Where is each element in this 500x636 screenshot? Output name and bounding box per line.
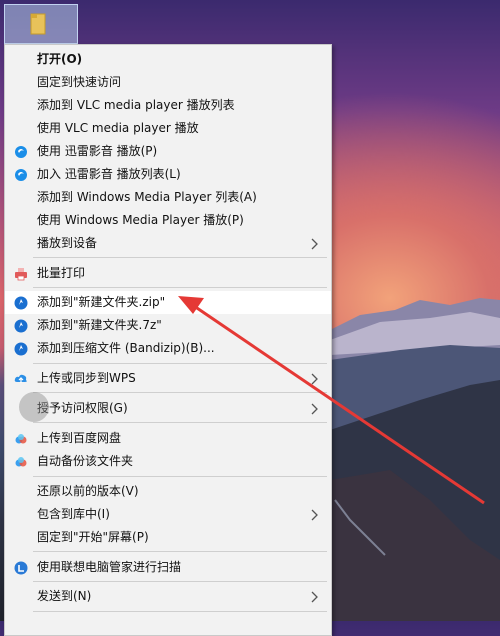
menu-item-grant-access[interactable]: 授予访问权限(G) (5, 397, 331, 420)
cursor-highlight (19, 392, 49, 422)
menu-separator (33, 363, 327, 364)
menu-separator (33, 551, 327, 552)
menu-item-wmp-add-list[interactable]: 添加到 Windows Media Player 列表(A) (5, 186, 331, 209)
menu-item-label: 授予访问权限(G) (37, 401, 128, 415)
menu-item-wmp-play[interactable]: 使用 Windows Media Player 播放(P) (5, 209, 331, 232)
menu-item-vlc-play[interactable]: 使用 VLC media player 播放 (5, 117, 331, 140)
menu-item-batch-print[interactable]: 批量打印 (5, 262, 331, 285)
baidu-netdisk-icon (15, 457, 27, 467)
menu-item-add-to-7z[interactable]: 添加到"新建文件夹.7z" (5, 314, 331, 337)
menu-item-label: 添加到"新建文件夹.7z" (37, 318, 162, 332)
menu-item-label: 还原以前的版本(V) (37, 484, 139, 498)
menu-item-add-to-archive-bandizip[interactable]: 添加到压缩文件 (Bandizip)(B)... (5, 337, 331, 360)
menu-item-send-to[interactable]: 发送到(N) (5, 585, 331, 608)
menu-item-baidu-upload[interactable]: 上传到百度网盘 (5, 427, 331, 450)
baidu-netdisk-icon (15, 434, 27, 444)
chevron-right-icon (311, 238, 318, 250)
context-menu: 打开(O) 固定到快速访问 添加到 VLC media player 播放列表 … (4, 44, 332, 636)
menu-item-label: 使用联想电脑管家进行扫描 (37, 560, 182, 574)
menu-separator (33, 581, 327, 582)
menu-item-label: 添加到 Windows Media Player 列表(A) (37, 190, 257, 204)
menu-item-label: 包含到库中(I) (37, 507, 110, 521)
menu-item-label: 加入 迅雷影音 播放列表(L) (37, 167, 181, 181)
lenovo-shield-icon (14, 561, 28, 575)
menu-item-lenovo-scan[interactable]: 使用联想电脑管家进行扫描 (5, 556, 331, 579)
menu-item-label: 批量打印 (37, 266, 86, 280)
menu-item-label: 添加到压缩文件 (Bandizip)(B)... (37, 341, 215, 355)
chevron-right-icon (311, 591, 318, 603)
menu-item-xunlei-play[interactable]: 使用 迅雷影音 播放(P) (5, 140, 331, 163)
bandizip-icon (14, 296, 28, 310)
menu-item-restore-previous-versions[interactable]: 还原以前的版本(V) (5, 480, 331, 503)
menu-separator (33, 392, 327, 393)
menu-item-label: 使用 迅雷影音 播放(P) (37, 144, 158, 158)
printer-icon (15, 268, 27, 281)
menu-item-label: 使用 Windows Media Player 播放(P) (37, 213, 244, 227)
menu-separator (33, 476, 327, 477)
xunlei-icon (15, 169, 27, 181)
chevron-right-icon (311, 403, 318, 415)
menu-item-baidu-auto-backup[interactable]: 自动备份该文件夹 (5, 450, 331, 473)
menu-separator (33, 422, 327, 423)
menu-item-label: 固定到"开始"屏幕(P) (37, 530, 149, 544)
menu-item-label: 上传到百度网盘 (37, 431, 122, 445)
menu-item-xunlei-add-playlist[interactable]: 加入 迅雷影音 播放列表(L) (5, 163, 331, 186)
menu-item-pin-to-start[interactable]: 固定到"开始"屏幕(P) (5, 526, 331, 549)
xunlei-icon (15, 146, 27, 158)
menu-item-pin-quick-access[interactable]: 固定到快速访问 (5, 71, 331, 94)
menu-item-include-in-library[interactable]: 包含到库中(I) (5, 503, 331, 526)
bandizip-icon (14, 342, 28, 356)
folder-icon (30, 13, 46, 35)
menu-separator (33, 287, 327, 288)
menu-item-label: 播放到设备 (37, 236, 98, 250)
menu-item-add-to-zip[interactable]: 添加到"新建文件夹.zip" (5, 291, 331, 314)
menu-item-label: 固定到快速访问 (37, 75, 122, 89)
menu-item-cast-to-device[interactable]: 播放到设备 (5, 232, 331, 255)
menu-separator (33, 611, 327, 612)
menu-item-wps-upload[interactable]: 上传或同步到WPS (5, 367, 331, 390)
wps-cloud-icon (14, 374, 27, 383)
desktop-folder[interactable] (4, 4, 78, 44)
menu-item-vlc-add-playlist[interactable]: 添加到 VLC media player 播放列表 (5, 94, 331, 117)
menu-item-label: 上传或同步到WPS (37, 371, 136, 385)
menu-separator (33, 257, 327, 258)
menu-item-label: 发送到(N) (37, 589, 92, 603)
menu-item-label: 自动备份该文件夹 (37, 454, 134, 468)
menu-item-label: 打开(O) (37, 52, 83, 66)
menu-item-label: 使用 VLC media player 播放 (37, 121, 199, 135)
chevron-right-icon (311, 509, 318, 521)
menu-item-label: 添加到 VLC media player 播放列表 (37, 98, 235, 112)
bandizip-icon (14, 319, 28, 333)
chevron-right-icon (311, 373, 318, 385)
menu-item-open[interactable]: 打开(O) (5, 48, 331, 71)
menu-item-label: 添加到"新建文件夹.zip" (37, 295, 166, 309)
